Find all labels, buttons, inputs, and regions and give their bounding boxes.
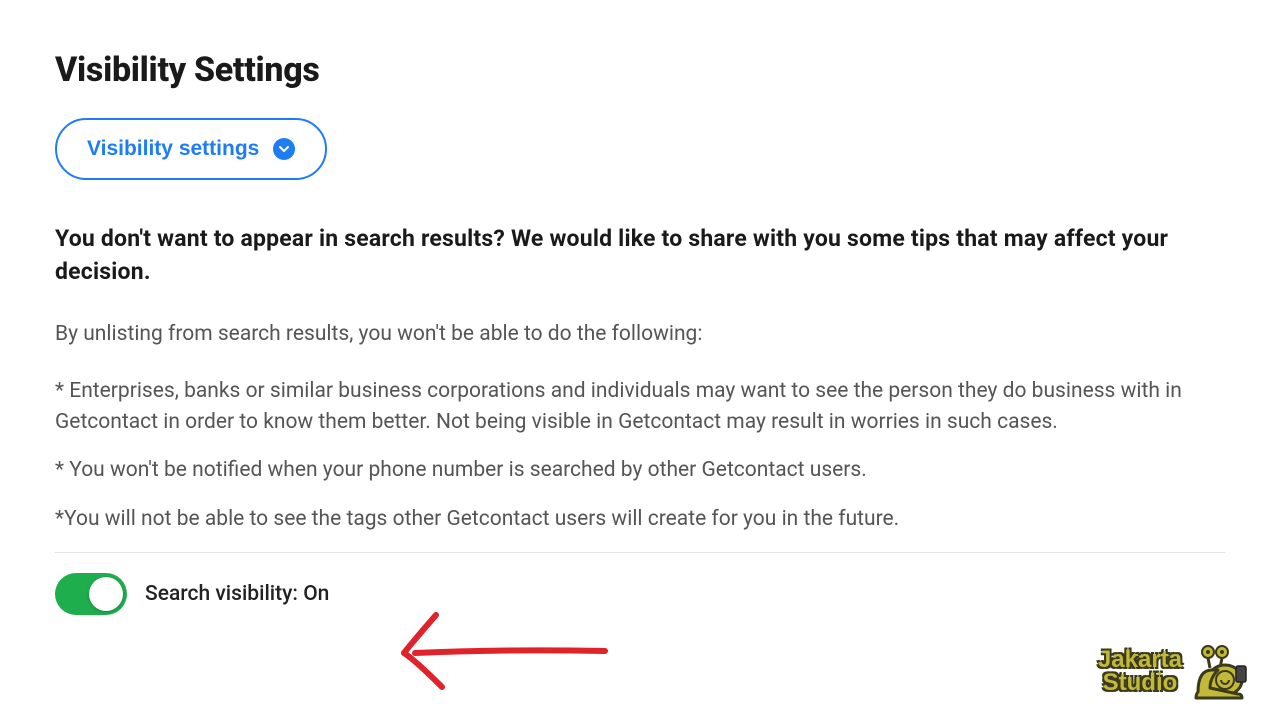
visibility-settings-dropdown[interactable]: Visibility settings [55, 118, 327, 180]
bullet-1: * Enterprises, banks or similar business… [55, 376, 1225, 437]
watermark-text: Jakarta Studio [1098, 649, 1182, 695]
page-title: Visibility Settings [55, 50, 1225, 90]
prompt-heading: You don't want to appear in search resul… [55, 222, 1225, 289]
toggle-knob [89, 577, 123, 611]
toggle-label-prefix: Search visibility: [145, 582, 303, 606]
bullet-2: * You won't be notified when your phone … [55, 455, 1225, 485]
watermark: Jakarta Studio [1098, 642, 1250, 702]
bullet-3: *You will not be able to see the tags ot… [55, 504, 1225, 534]
section-divider [55, 552, 1225, 553]
intro-text: By unlisting from search results, you wo… [55, 319, 1225, 351]
snail-mascot-icon [1190, 642, 1250, 702]
search-visibility-toggle[interactable] [55, 573, 127, 615]
arrow-annotation [380, 605, 620, 699]
search-visibility-label: Search visibility: On [145, 582, 329, 606]
dropdown-label: Visibility settings [87, 137, 259, 161]
watermark-line2: Studio [1098, 672, 1182, 695]
search-visibility-row: Search visibility: On [55, 573, 1225, 615]
toggle-status: On [303, 582, 329, 606]
chevron-down-icon [273, 138, 295, 160]
